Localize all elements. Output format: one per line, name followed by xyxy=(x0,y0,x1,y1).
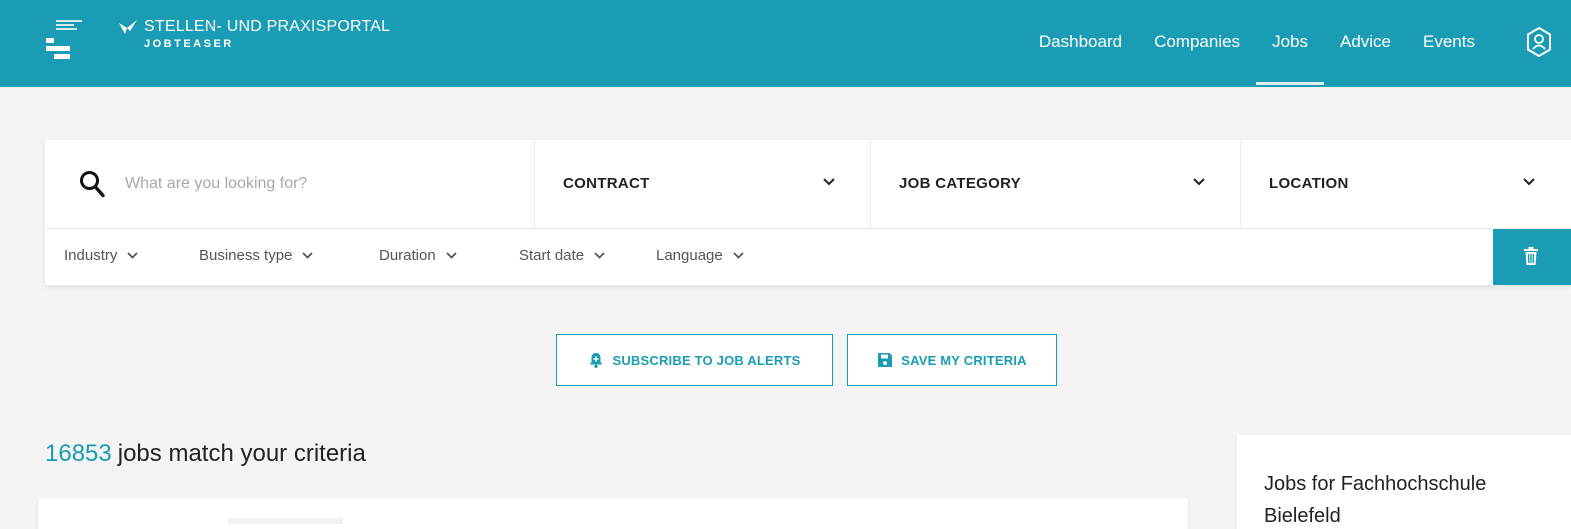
top-navigation-bar: STELLEN- UND PRAXISPORTAL JOBTEASER Dash… xyxy=(0,0,1571,87)
contract-dropdown[interactable]: CONTRACT xyxy=(535,140,871,229)
save-criteria-label: SAVE MY CRITERIA xyxy=(901,352,1027,368)
filter-duration[interactable]: Duration xyxy=(379,247,457,264)
results-count: 16853 xyxy=(45,440,112,467)
nav-advice[interactable]: Advice xyxy=(1340,0,1391,87)
secondary-filters-row: Industry Business type Duration Start da… xyxy=(45,229,1571,285)
search-field xyxy=(45,140,535,229)
filter-start-date[interactable]: Start date xyxy=(519,247,605,264)
bell-plus-icon xyxy=(589,353,603,368)
filter-business-type[interactable]: Business type xyxy=(199,247,314,264)
brand-logos[interactable]: STELLEN- UND PRAXISPORTAL JOBTEASER xyxy=(46,18,390,62)
results-heading: 16853 jobs match your criteria xyxy=(45,440,366,468)
trash-icon xyxy=(1524,247,1538,265)
save-criteria-button[interactable]: SAVE MY CRITERIA xyxy=(847,334,1057,386)
chevron-down-icon xyxy=(594,252,605,259)
search-main-row: CONTRACT JOB CATEGORY LOCATION xyxy=(45,140,1571,229)
nav-dashboard[interactable]: Dashboard xyxy=(1039,0,1122,87)
user-profile-icon[interactable] xyxy=(1525,26,1553,58)
portal-title: STELLEN- UND PRAXISPORTAL xyxy=(144,18,391,35)
subscribe-job-alerts-button[interactable]: SUBSCRIBE TO JOB ALERTS xyxy=(556,334,833,386)
main-nav: Dashboard Companies Jobs Advice Events xyxy=(1007,0,1475,87)
floppy-disk-icon xyxy=(878,353,893,367)
location-dropdown-label: LOCATION xyxy=(1269,175,1349,192)
filter-industry[interactable]: Industry xyxy=(64,247,138,264)
portal-subtitle: JOBTEASER xyxy=(144,38,234,50)
chevron-down-icon xyxy=(1193,178,1205,186)
chevron-down-icon xyxy=(733,252,744,259)
contract-dropdown-label: CONTRACT xyxy=(563,175,650,192)
filter-start-date-label: Start date xyxy=(519,247,585,264)
job-category-dropdown[interactable]: JOB CATEGORY xyxy=(871,140,1241,229)
jobteaser-mark-icon xyxy=(119,20,137,34)
nav-events[interactable]: Events xyxy=(1423,0,1475,87)
nav-companies[interactable]: Companies xyxy=(1154,0,1240,87)
filter-language[interactable]: Language xyxy=(656,247,744,264)
chevron-down-icon xyxy=(127,252,138,259)
search-input[interactable] xyxy=(125,166,515,202)
filter-industry-label: Industry xyxy=(64,247,118,264)
job-card[interactable] xyxy=(38,498,1188,529)
filter-duration-label: Duration xyxy=(379,247,436,264)
company-logo xyxy=(228,518,343,524)
results-text: jobs match your criteria xyxy=(117,440,366,467)
job-category-dropdown-label: JOB CATEGORY xyxy=(899,175,1021,192)
university-logo xyxy=(46,18,86,62)
sidebar-school-jobs-card: Jobs for Fachhochschule Bielefeld xyxy=(1237,435,1571,529)
search-icon xyxy=(80,171,105,198)
chevron-down-icon xyxy=(823,178,835,186)
filter-business-type-label: Business type xyxy=(199,247,293,264)
filter-language-label: Language xyxy=(656,247,723,264)
sidebar-title: Jobs for Fachhochschule Bielefeld xyxy=(1264,473,1487,527)
portal-branding: STELLEN- UND PRAXISPORTAL JOBTEASER xyxy=(118,18,390,50)
nav-jobs[interactable]: Jobs xyxy=(1256,0,1324,87)
chevron-down-icon xyxy=(446,252,457,259)
chevron-down-icon xyxy=(302,252,314,259)
chevron-down-icon xyxy=(1523,178,1535,186)
location-dropdown[interactable]: LOCATION xyxy=(1241,140,1571,229)
subscribe-job-alerts-label: SUBSCRIBE TO JOB ALERTS xyxy=(612,352,801,368)
job-search-panel: CONTRACT JOB CATEGORY LOCATION Industry … xyxy=(45,140,1571,285)
clear-filters-button[interactable] xyxy=(1493,229,1571,285)
